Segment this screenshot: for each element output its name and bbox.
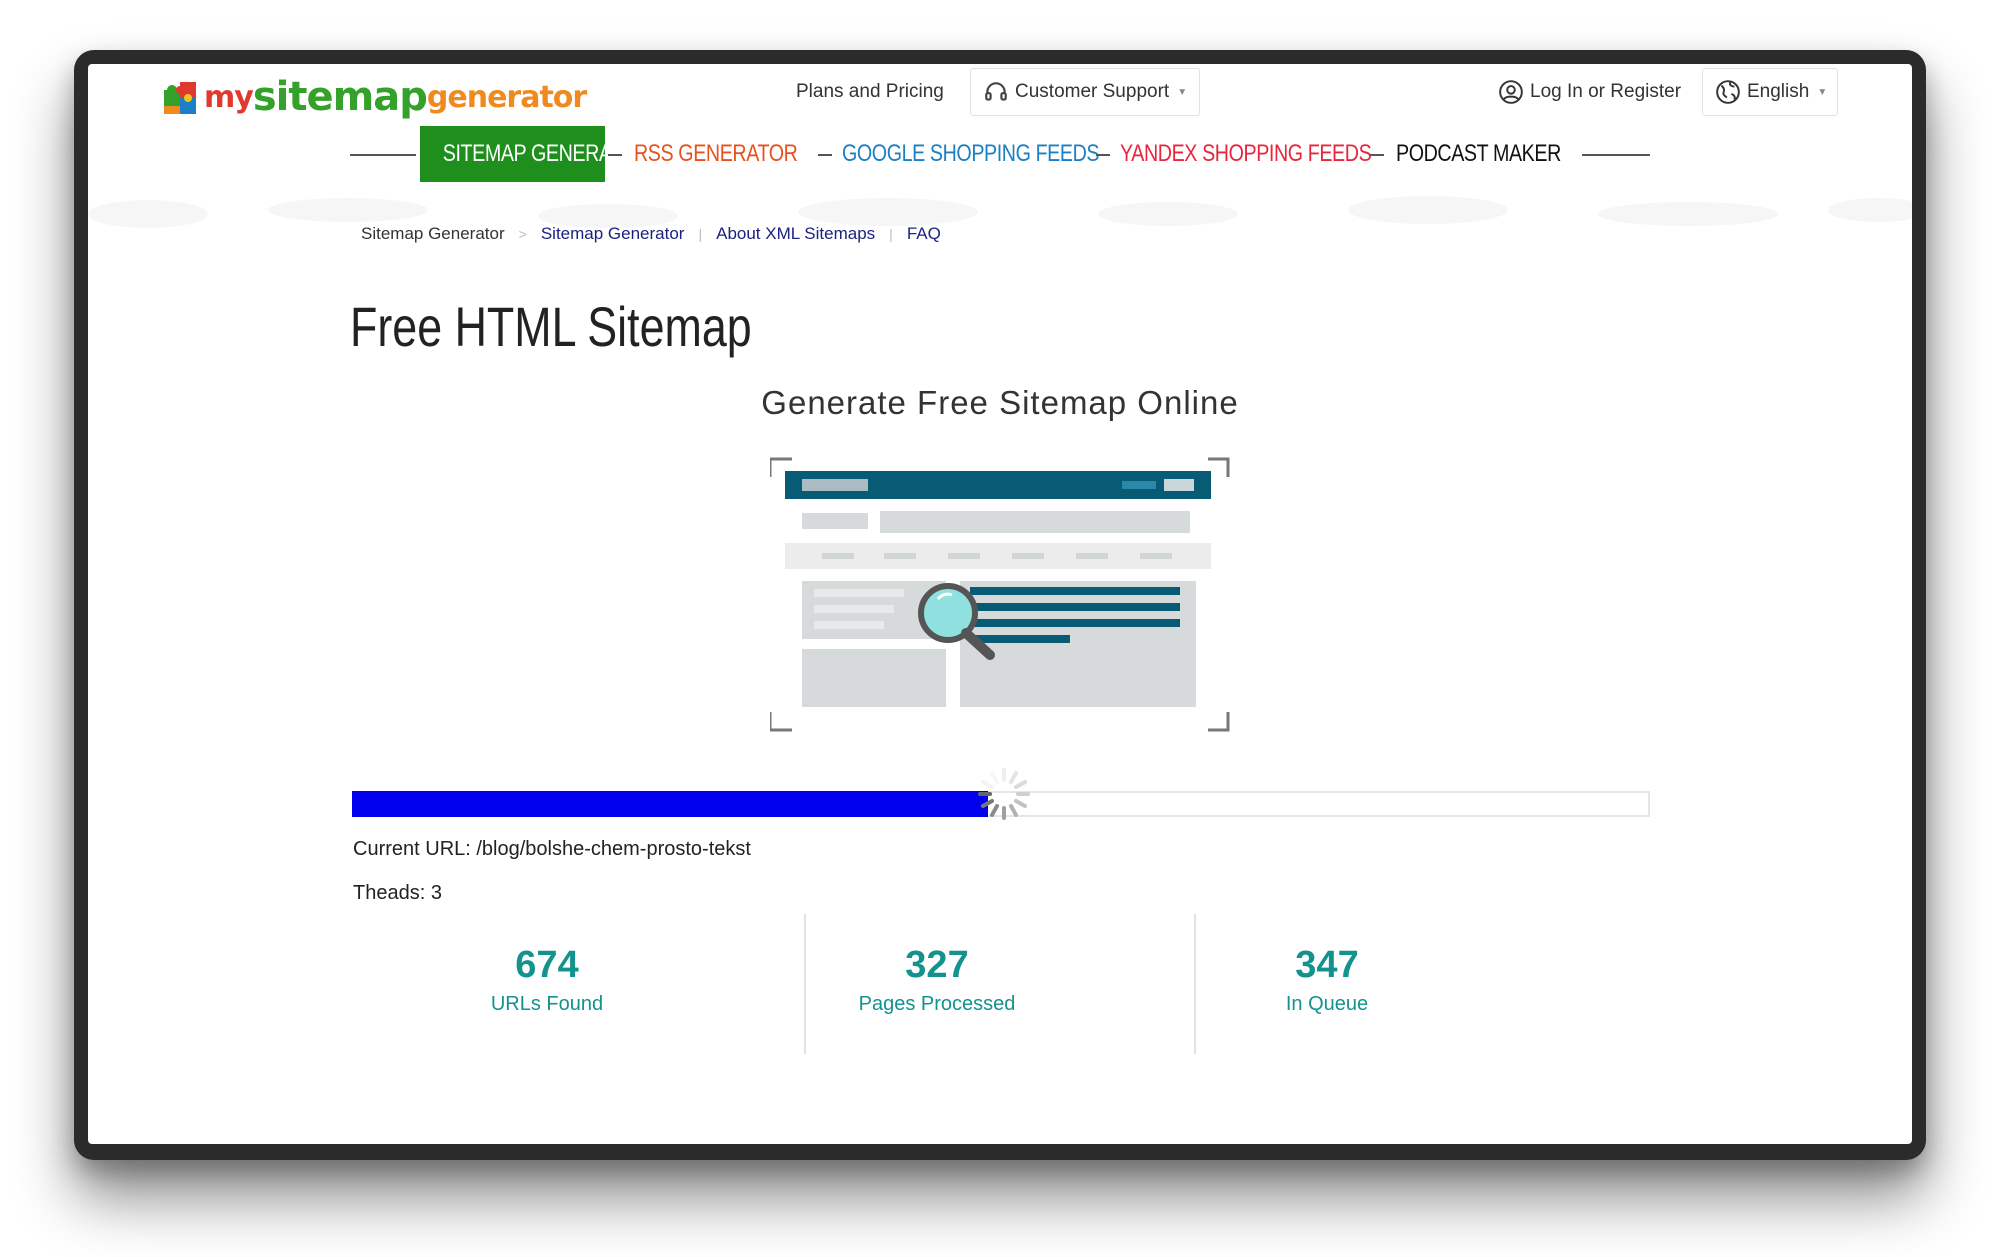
chevron-down-icon: ▼ — [1177, 86, 1188, 98]
tab-podcast-maker[interactable]: PODCAST MAKER — [1396, 126, 1561, 182]
breadcrumb-link-faq[interactable]: FAQ — [907, 224, 941, 244]
puzzle-logo-icon — [164, 82, 196, 114]
stat-pages-processed: 327 Pages Processed — [742, 914, 1132, 1054]
breadcrumb-home: Sitemap Generator — [361, 224, 505, 243]
progress-fill — [352, 791, 988, 817]
stat-value: 327 — [905, 944, 969, 986]
nav-divider-line — [1582, 154, 1650, 156]
nav-divider-line — [818, 154, 832, 156]
stat-value: 347 — [1295, 944, 1359, 986]
customer-support-label: Customer Support — [1015, 81, 1170, 102]
current-url-text: Current URL: /blog/bolshe-chem-prosto-te… — [353, 838, 751, 860]
login-register-link[interactable]: Log In or Register — [1498, 68, 1681, 116]
chevron-right-icon: > — [518, 226, 527, 242]
headset-icon — [985, 82, 1007, 101]
nav-divider-line — [1096, 154, 1110, 156]
crawl-stats: 674 URLs Found 327 Pages Processed 347 I… — [352, 914, 1522, 1054]
customer-support-dropdown[interactable]: Customer Support ▼ — [970, 68, 1200, 116]
tab-yandex-shopping-feeds[interactable]: YANDEX SHOPPING FEEDS — [1120, 126, 1372, 182]
browser-viewport: my sitemap generator Plans and Pricing Cus… — [88, 64, 1912, 1144]
nav-divider-line — [1370, 154, 1384, 156]
login-register-label: Log In or Register — [1530, 81, 1682, 102]
tab-sitemap-generator[interactable]: SITEMAP GENERATOR — [420, 126, 651, 182]
breadcrumb: Sitemap Generator > Sitemap Generator | … — [361, 224, 941, 244]
nav-divider-line — [350, 154, 416, 156]
language-label: English — [1747, 81, 1810, 102]
page-title: Free HTML Sitemap — [350, 295, 752, 358]
chevron-down-icon: ▼ — [1817, 86, 1828, 98]
page-subtitle: Generate Free Sitemap Online — [761, 384, 1239, 421]
breadcrumb-separator: | — [698, 226, 703, 242]
loading-spinner-icon — [978, 768, 1030, 820]
stat-label: In Queue — [1285, 993, 1369, 1015]
stat-label: URLs Found — [490, 993, 604, 1015]
tab-google-shopping-feeds[interactable]: GOOGLE SHOPPING FEEDS — [842, 126, 1100, 182]
breadcrumb-separator: | — [889, 226, 893, 242]
stat-in-queue: 347 In Queue — [1132, 914, 1522, 1054]
logo-text-sitemap: sitemap — [252, 74, 428, 120]
globe-icon — [1716, 80, 1740, 104]
nav-divider-line — [608, 154, 622, 156]
breadcrumb-link-about-xml[interactable]: About XML Sitemaps — [716, 224, 875, 244]
threads-text: Theads: 3 — [353, 882, 442, 904]
logo-text-generator: generator — [426, 79, 587, 115]
site-logo[interactable]: my sitemap generator — [160, 74, 587, 120]
user-circle-icon — [1499, 80, 1523, 104]
breadcrumb-link-sitemap-generator[interactable]: Sitemap Generator — [541, 224, 685, 244]
stat-urls-found: 674 URLs Found — [352, 914, 742, 1054]
sitemap-scan-illustration — [770, 457, 1230, 732]
language-selector[interactable]: English ▼ — [1702, 68, 1838, 116]
logo-text-my: my — [204, 79, 254, 115]
plans-pricing-link[interactable]: Plans and Pricing — [796, 68, 944, 116]
stat-value: 674 — [515, 944, 579, 986]
stat-label: Pages Processed — [858, 993, 1016, 1015]
product-nav: SITEMAP GENERATOR RSS GENERATOR GOOGLE S… — [350, 126, 1650, 184]
tab-rss-generator[interactable]: RSS GENERATOR — [634, 126, 798, 182]
